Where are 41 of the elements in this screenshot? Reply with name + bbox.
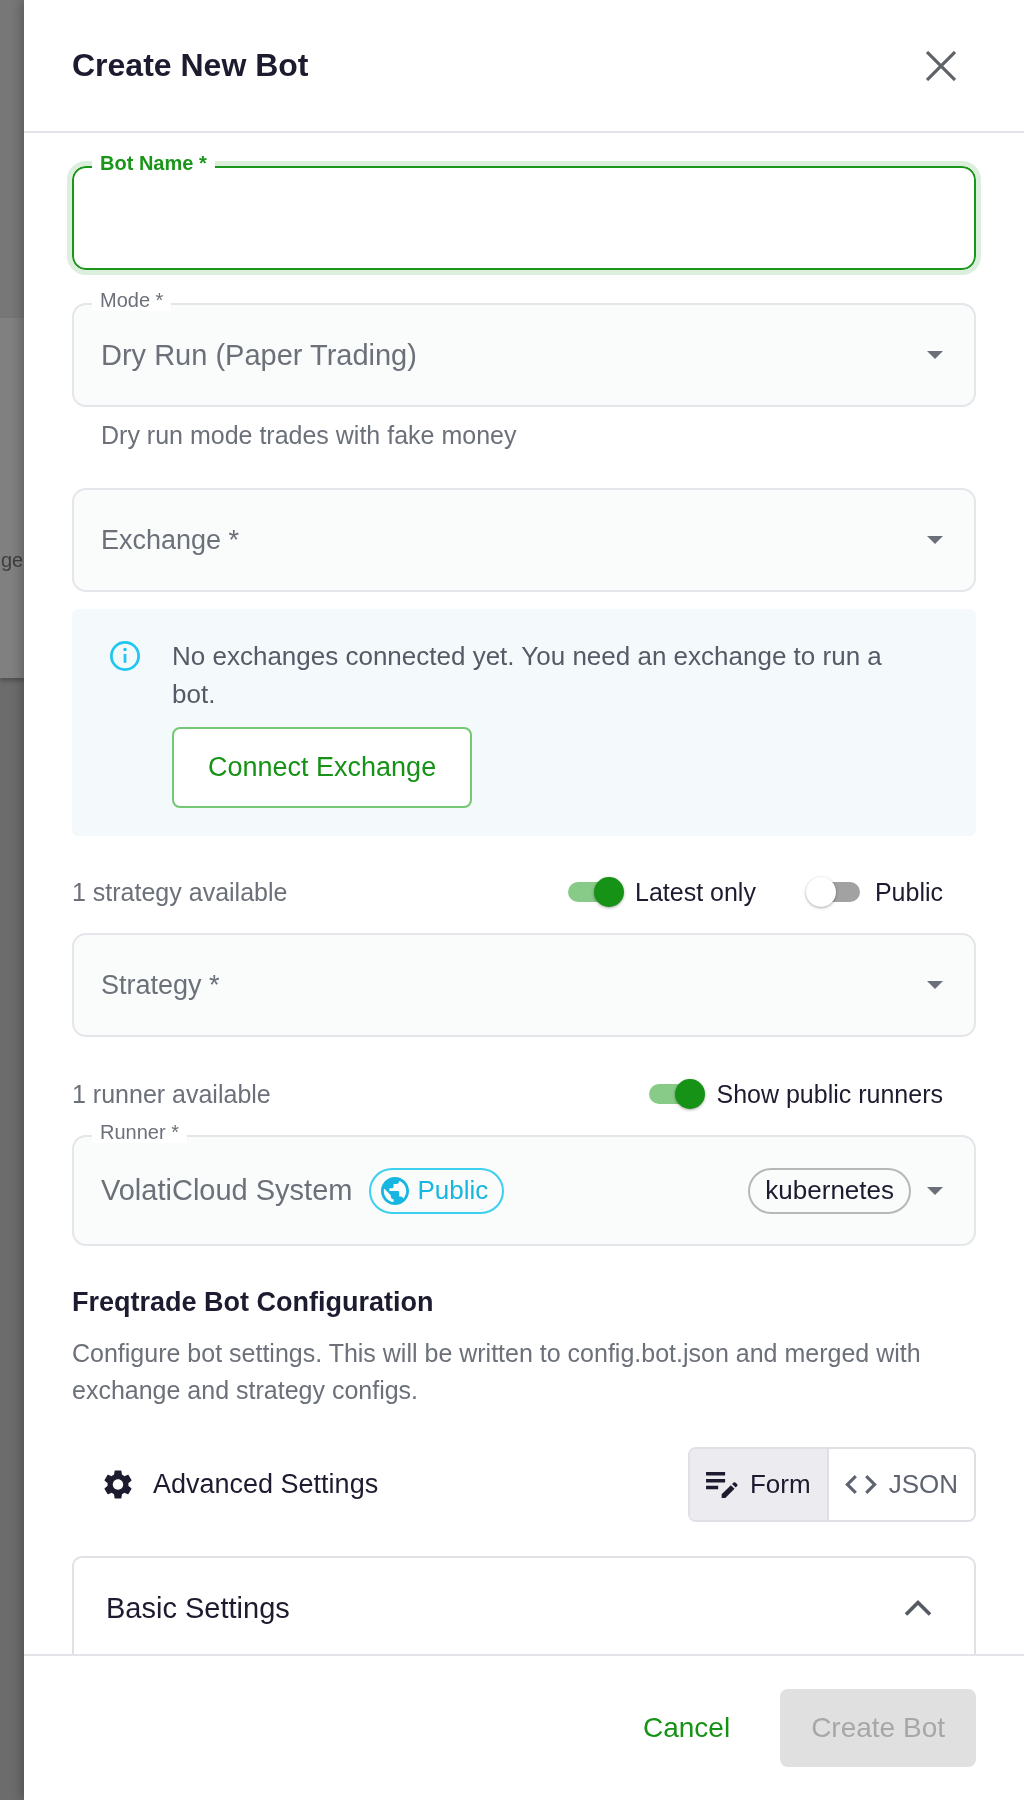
connect-button[interactable]: Connect Exchange bbox=[172, 727, 473, 808]
caret-icon bbox=[927, 351, 943, 359]
panel-header[interactable]: Basic Settings bbox=[74, 1558, 974, 1654]
availability-caption: 1 strategy available bbox=[72, 877, 289, 907]
settings-label: Advanced Settings bbox=[153, 1469, 379, 1500]
select-field[interactable]: Strategy * bbox=[72, 933, 976, 1037]
cancel-button[interactable]: Cancel bbox=[620, 1689, 753, 1767]
tag-label: Public bbox=[417, 1175, 489, 1206]
availability-caption: 1 runner available bbox=[72, 1079, 272, 1109]
select-field[interactable]: Runner * VolatiCloud System Public kubernetes bbox=[72, 1121, 976, 1246]
field-hint: Dry run mode trades with fake money bbox=[100, 421, 518, 449]
field-label: Mode * bbox=[92, 289, 172, 311]
caret-icon bbox=[927, 536, 943, 544]
view-option-button[interactable]: JSON bbox=[826, 1449, 974, 1520]
toggle-switch[interactable] bbox=[647, 1079, 706, 1109]
caret-icon bbox=[927, 981, 943, 989]
switch-label[interactable]: Show public runners bbox=[716, 1079, 943, 1109]
field-value: Dry Run (Paper Trading) bbox=[101, 338, 417, 372]
edit-list-icon bbox=[706, 1471, 738, 1498]
view-option-button[interactable]: Form bbox=[690, 1449, 827, 1520]
info-icon bbox=[110, 641, 140, 671]
alert-message: No exchanges connected yet. You need an exchange to run a bot. bbox=[172, 640, 883, 711]
field-value: VolatiCloud System bbox=[101, 1174, 353, 1207]
switch-label[interactable]: Latest only bbox=[635, 877, 756, 907]
platform-tag: kubernetes bbox=[748, 1167, 911, 1214]
switch-label[interactable]: Public bbox=[874, 877, 943, 907]
toggle-switch[interactable] bbox=[566, 877, 624, 907]
text-field[interactable]: Bot Name * bbox=[67, 152, 981, 275]
dialog-title: Create New Bot bbox=[72, 47, 309, 84]
globe-icon bbox=[381, 1176, 410, 1205]
select-field[interactable]: Exchange * bbox=[72, 488, 976, 592]
section-heading: Freqtrade Bot Configuration bbox=[72, 1286, 435, 1319]
field-label: Exchange * bbox=[101, 524, 240, 556]
caret-icon bbox=[927, 1186, 943, 1195]
section-description: Configure bot settings. This will be written to config.bot.json and merged with exchange and strategy configs. bbox=[72, 1338, 922, 1406]
gear-icon bbox=[104, 1470, 132, 1499]
select-field[interactable]: Mode * Dry Run (Paper Trading) bbox=[72, 289, 976, 407]
code-icon bbox=[844, 1475, 877, 1494]
close-icon bbox=[926, 50, 956, 81]
background-page-text: ge bbox=[0, 548, 24, 572]
field-label: Strategy * bbox=[101, 969, 220, 1001]
